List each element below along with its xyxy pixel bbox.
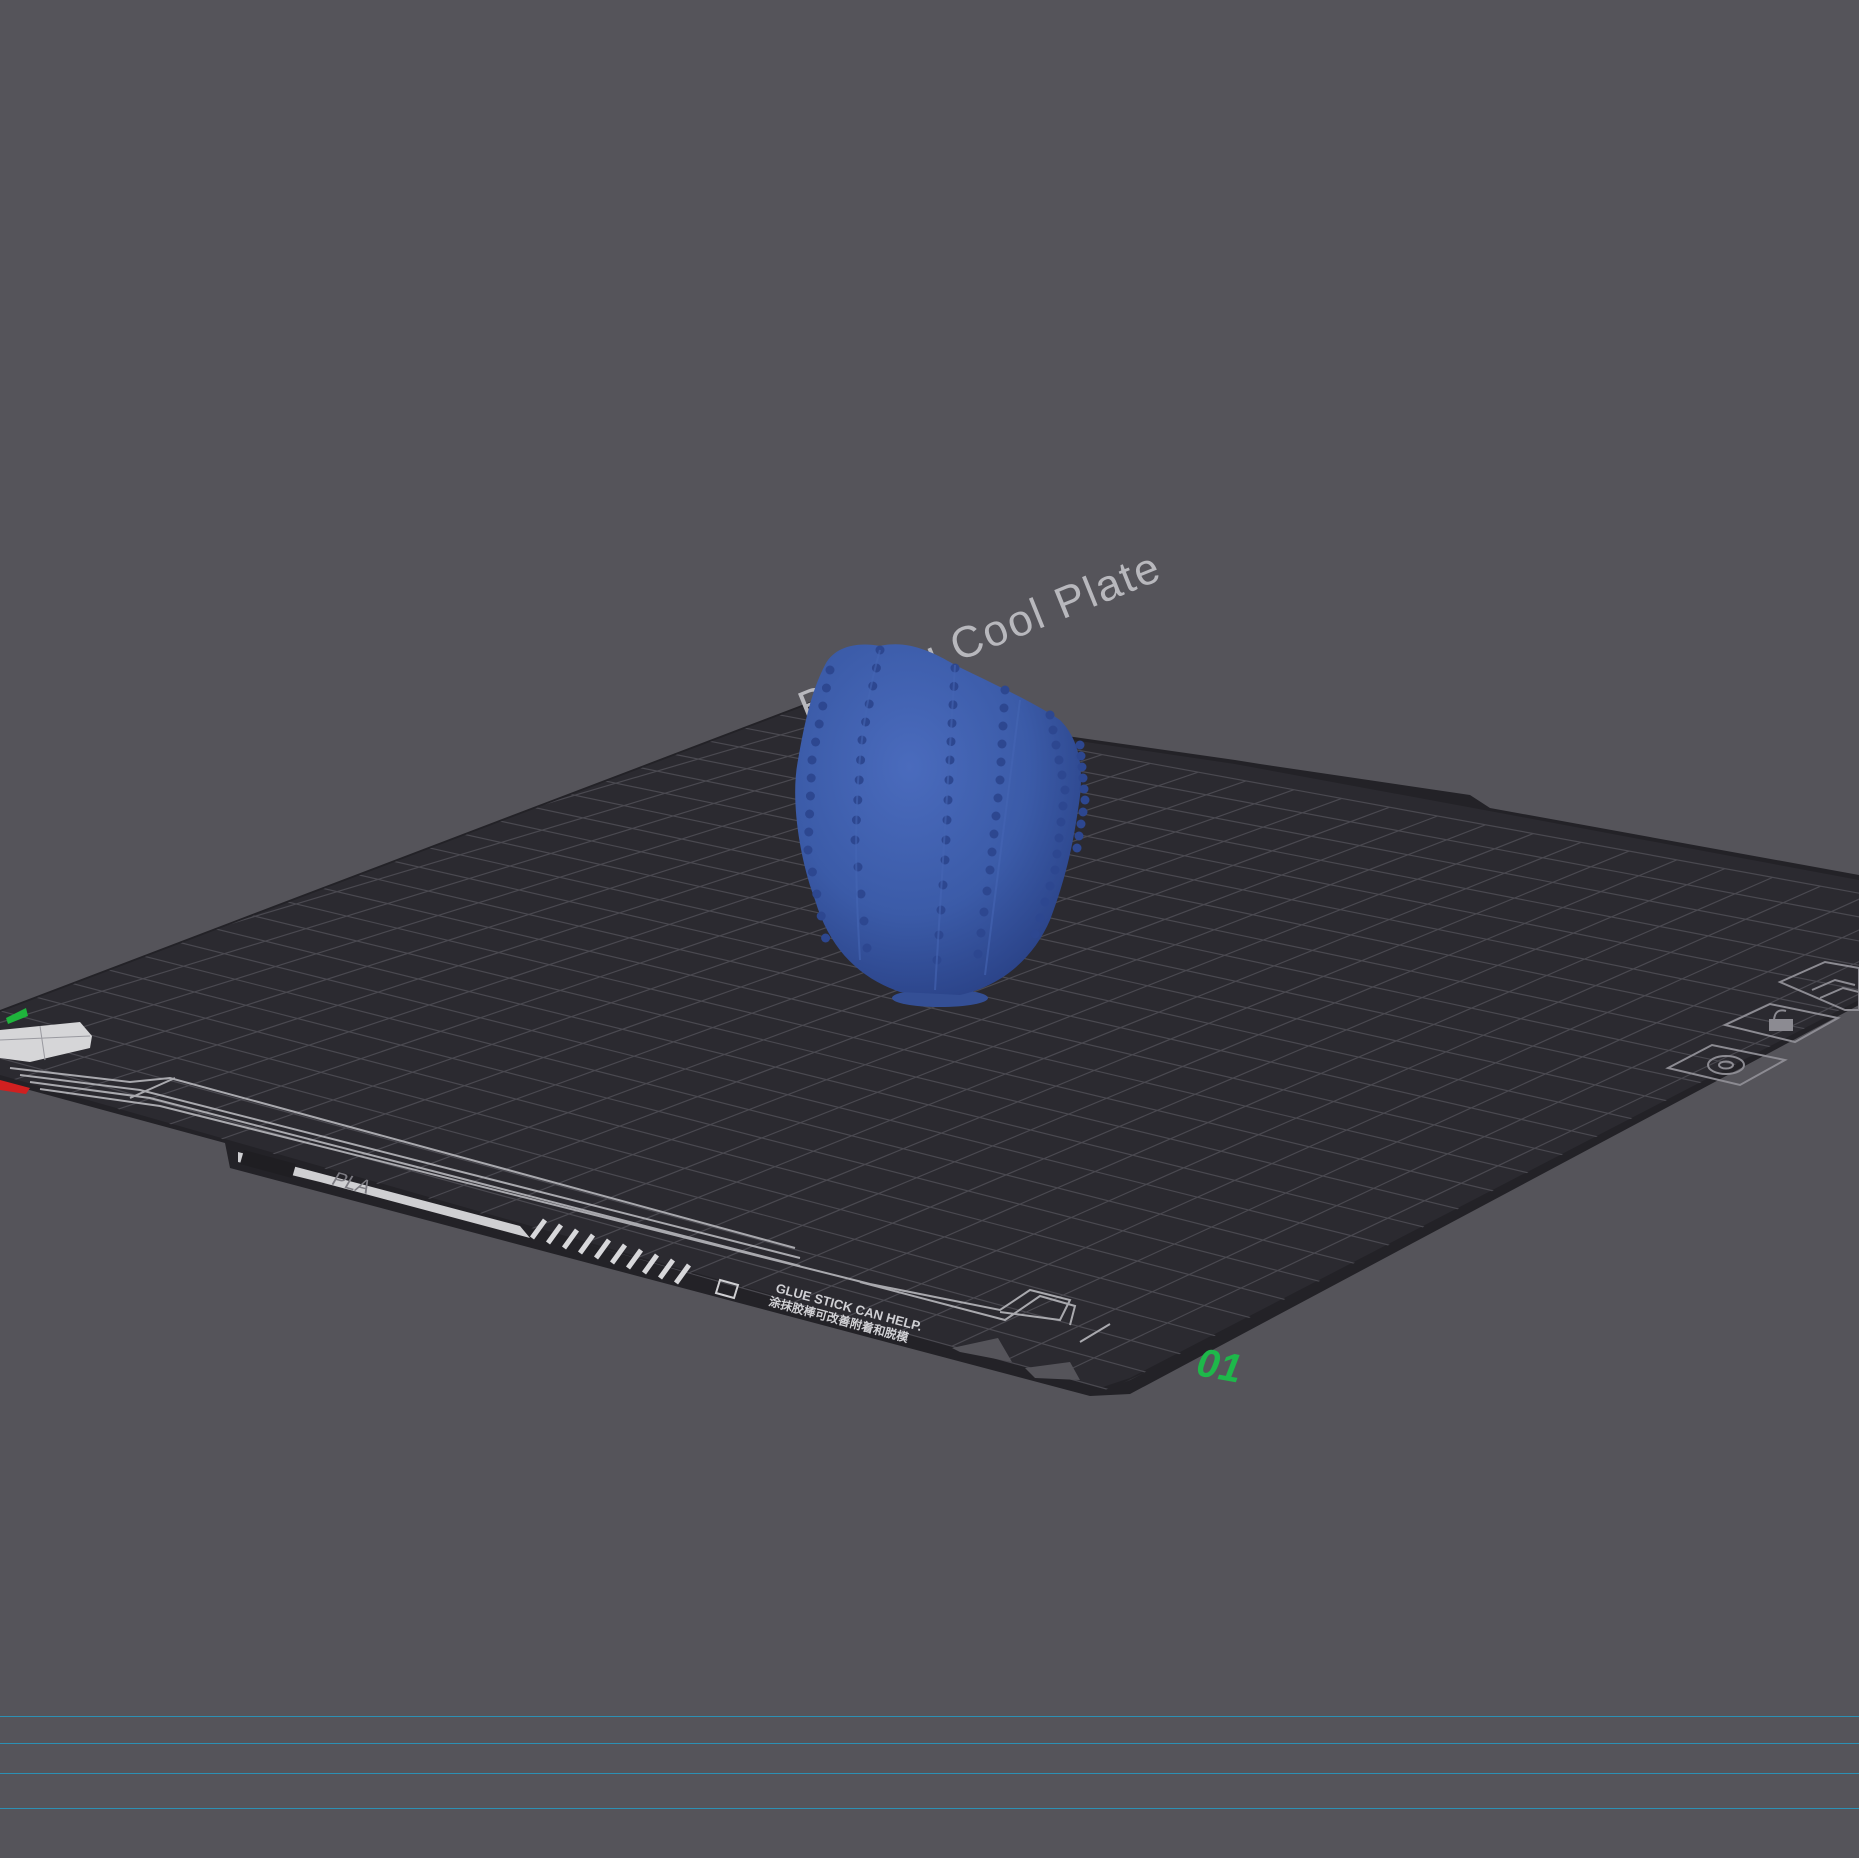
model-spike [987, 847, 997, 857]
model-spike [1051, 740, 1061, 750]
model-spike [973, 949, 983, 959]
model-spike [1052, 849, 1062, 859]
model-spike [1078, 773, 1088, 783]
model-spike [998, 721, 1008, 731]
model-spike [859, 916, 869, 926]
model-spike [1060, 785, 1070, 795]
model-spike [1058, 801, 1068, 811]
model-spike [1076, 819, 1086, 829]
model-spike [993, 793, 1003, 803]
model-spike [1077, 762, 1087, 772]
guide-line [0, 1743, 1859, 1744]
model-spike [825, 665, 835, 675]
model-spike [1045, 881, 1055, 891]
model-spike [1030, 929, 1040, 939]
model-spike [1035, 913, 1045, 923]
model-spike [976, 928, 986, 938]
model-spike [1080, 795, 1090, 805]
model-spike [1045, 710, 1055, 720]
model-spike [805, 791, 815, 801]
model-spike [996, 757, 1006, 767]
guide-line [0, 1808, 1859, 1809]
model-spike [938, 880, 948, 890]
model-spike [989, 829, 999, 839]
model-spike [1074, 831, 1084, 841]
model-spike [862, 943, 872, 953]
model-spike [804, 827, 814, 837]
model-spike [1076, 751, 1086, 761]
guide-line [0, 1773, 1859, 1774]
model-spike [985, 865, 995, 875]
model-spike [805, 809, 815, 819]
model-spike [811, 737, 821, 747]
model-spike [1079, 784, 1089, 794]
model-spike [1050, 865, 1060, 875]
model-spike [812, 889, 822, 899]
model-spike [816, 911, 826, 921]
guide-line [0, 1716, 1859, 1717]
plate-number[interactable]: 01 [1193, 1341, 1244, 1392]
model-spike [1078, 807, 1088, 817]
model-spike [941, 835, 951, 845]
model-spike [1057, 770, 1067, 780]
model-spike [991, 811, 1001, 821]
model-spike [821, 683, 831, 693]
model-spike [1054, 833, 1064, 843]
model-spike [1072, 843, 1082, 853]
model-spike [943, 795, 953, 805]
model-spike [807, 755, 817, 765]
model-spike [1054, 755, 1064, 765]
model-spike [807, 867, 817, 877]
model-spike [999, 703, 1009, 713]
model-spike [1040, 897, 1050, 907]
model-spike [942, 815, 952, 825]
3d-viewport[interactable]: Bambu Cool Plate PLA GLUE STICK CAN HELP… [0, 0, 1859, 1858]
model-spike [982, 886, 992, 896]
model-spike [821, 933, 831, 943]
model-spike [997, 739, 1007, 749]
model-spike [818, 701, 828, 711]
model-spike [806, 773, 816, 783]
model-spike [853, 862, 863, 872]
model-spike [1048, 725, 1058, 735]
model-spike [850, 835, 860, 845]
model-spike [995, 775, 1005, 785]
model-spike [1075, 740, 1085, 750]
model-spike [979, 907, 989, 917]
model-spike [803, 845, 813, 855]
model-spike [1000, 685, 1010, 695]
model-spike [1056, 817, 1066, 827]
model-spike [814, 719, 824, 729]
